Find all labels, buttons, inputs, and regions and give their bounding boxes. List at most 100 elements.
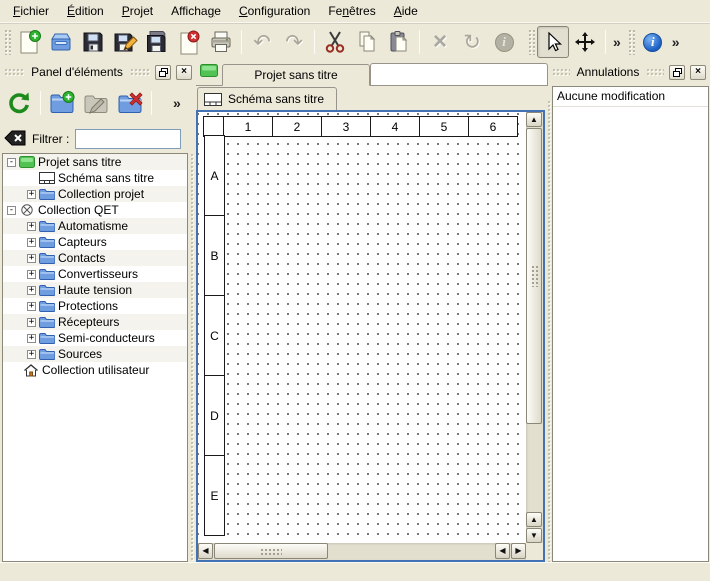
tree-item-capteurs[interactable]: + Capteurs — [3, 234, 187, 250]
info-icon: i — [643, 33, 662, 52]
tree-item-label: Collection projet — [58, 187, 144, 201]
expand-icon[interactable]: + — [27, 350, 36, 359]
save-button[interactable] — [77, 26, 109, 58]
tree-item-protections[interactable]: + Protections — [3, 298, 187, 314]
paste-button[interactable] — [383, 26, 415, 58]
collapse-icon[interactable]: - — [7, 158, 16, 167]
dock-close-button[interactable]: × — [690, 65, 706, 80]
info-disabled-icon: i — [495, 33, 514, 52]
toolbar-overflow-button[interactable]: » — [610, 34, 624, 50]
thumb-grip — [531, 265, 539, 287]
dock-float-button[interactable] — [669, 65, 685, 80]
reload-collections-button[interactable] — [2, 86, 36, 120]
about-element-button[interactable]: i — [488, 26, 520, 58]
new-category-button[interactable] — [45, 86, 79, 120]
clear-filter-button[interactable] — [4, 130, 26, 149]
rotate-button[interactable]: ↻ — [456, 26, 488, 58]
menu-fichier[interactable]: Fichier — [4, 1, 58, 21]
tree-item-automatisme[interactable]: + Automatisme — [3, 218, 187, 234]
tree-item-semi-conducteurs[interactable]: + Semi-conducteurs — [3, 330, 187, 346]
elements-tree: - Projet sans titre Schéma sans titre + … — [2, 153, 188, 562]
expand-icon[interactable]: + — [27, 286, 36, 295]
panel-toolbar-overflow-button[interactable]: » — [170, 95, 184, 111]
expand-icon[interactable]: + — [27, 318, 36, 327]
undo-list-item[interactable]: Aucune modification — [553, 87, 708, 107]
dock-float-button[interactable] — [155, 65, 171, 80]
tree-item-collection-projet[interactable]: + Collection projet — [3, 186, 187, 202]
save-all-button[interactable] — [141, 26, 173, 58]
toolbar-handle[interactable] — [528, 29, 535, 55]
delete-button[interactable]: × — [424, 26, 456, 58]
folder-icon — [39, 332, 55, 344]
horizontal-scrollbar[interactable]: ◀ ◀ ▶ — [198, 543, 526, 560]
tree-item-recepteurs[interactable]: + Récepteurs — [3, 314, 187, 330]
undo-button[interactable]: ↶ — [246, 26, 278, 58]
tree-item-haute-tension[interactable]: + Haute tension — [3, 282, 187, 298]
tree-item-sources[interactable]: + Sources — [3, 346, 187, 362]
tree-item-collection-utilisateur[interactable]: Collection utilisateur — [3, 362, 187, 378]
schema-view: 1 2 3 4 5 6 A B C D E — [196, 110, 545, 562]
filter-input[interactable] — [75, 129, 181, 149]
expand-icon[interactable]: + — [27, 238, 36, 247]
vertical-scroll-thumb[interactable] — [526, 128, 542, 424]
menu-projet[interactable]: Projet — [113, 1, 162, 21]
tab-schema-sans-titre[interactable]: Schéma sans titre — [197, 87, 337, 110]
expand-icon[interactable]: + — [27, 222, 36, 231]
tree-item-schema-sans-titre[interactable]: Schéma sans titre — [3, 170, 187, 186]
cut-icon — [322, 29, 348, 55]
schema-canvas[interactable]: 1 2 3 4 5 6 A B C D E — [198, 112, 526, 543]
tree-item-label: Capteurs — [58, 235, 107, 249]
scroll-up-button[interactable]: ▲ — [526, 112, 542, 127]
new-project-button[interactable] — [13, 26, 45, 58]
vertical-scrollbar[interactable]: ▲ ▲ ▼ — [526, 112, 543, 543]
scroll-left-button-2[interactable]: ◀ — [495, 543, 510, 559]
dock-close-button[interactable]: × — [176, 65, 192, 80]
close-icon: × — [181, 67, 187, 77]
toolbar-overflow-button[interactable]: » — [669, 34, 683, 50]
toolbar-handle[interactable] — [628, 29, 635, 55]
expand-icon[interactable]: + — [27, 254, 36, 263]
open-project-button[interactable] — [45, 26, 77, 58]
folder-icon — [39, 268, 55, 280]
menu-fenetres[interactable]: Fenêtres — [319, 1, 384, 21]
tab-projet-sans-titre[interactable]: Projet sans titre — [222, 64, 370, 86]
scroll-right-button[interactable]: ▶ — [511, 543, 526, 559]
expand-icon[interactable]: + — [27, 334, 36, 343]
undo-panel-titlebar[interactable]: Annulations × — [552, 64, 706, 80]
menu-aide[interactable]: Aide — [385, 1, 427, 21]
menu-configuration[interactable]: Configuration — [230, 1, 319, 21]
redo-icon: ↷ — [285, 32, 303, 53]
copy-button[interactable] — [351, 26, 383, 58]
tree-item-convertisseurs[interactable]: + Convertisseurs — [3, 266, 187, 282]
scroll-left-button[interactable]: ◀ — [198, 543, 213, 559]
elements-panel-titlebar[interactable]: Panel d'éléments × — [4, 64, 192, 80]
about-qet-button[interactable]: i — [637, 26, 669, 58]
expand-icon[interactable]: + — [27, 190, 36, 199]
folder-plus-icon — [48, 89, 76, 117]
expand-icon[interactable]: + — [27, 302, 36, 311]
tree-item-collection-qet[interactable]: - Collection QET — [3, 202, 187, 218]
delete-category-button[interactable] — [113, 86, 147, 120]
cut-button[interactable] — [319, 26, 351, 58]
tree-item-contacts[interactable]: + Contacts — [3, 250, 187, 266]
scroll-up-button-2[interactable]: ▲ — [526, 512, 542, 527]
dock-splitter[interactable] — [190, 153, 195, 562]
pan-mode-button[interactable] — [569, 26, 601, 58]
undo-panel-title: Annulations — [575, 65, 642, 79]
horizontal-scroll-thumb[interactable] — [214, 543, 328, 559]
dock-texture — [4, 68, 24, 76]
redo-button[interactable]: ↷ — [278, 26, 310, 58]
edit-category-button[interactable] — [79, 86, 113, 120]
tree-item-projet-sans-titre[interactable]: - Projet sans titre — [3, 154, 187, 170]
expand-icon[interactable]: + — [27, 270, 36, 279]
column-header: 3 — [321, 116, 371, 137]
scroll-down-button[interactable]: ▼ — [526, 528, 542, 543]
menu-affichage[interactable]: Affichage — [162, 1, 230, 21]
collapse-icon[interactable]: - — [7, 206, 16, 215]
print-button[interactable] — [205, 26, 237, 58]
selection-mode-button[interactable] — [537, 26, 569, 58]
close-file-button[interactable] — [173, 26, 205, 58]
save-as-button[interactable] — [109, 26, 141, 58]
toolbar-handle[interactable] — [4, 29, 11, 55]
menu-edition[interactable]: Édition — [58, 1, 113, 21]
